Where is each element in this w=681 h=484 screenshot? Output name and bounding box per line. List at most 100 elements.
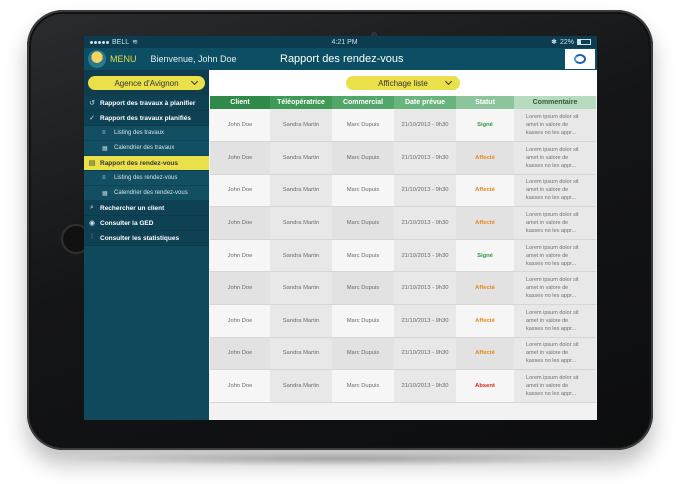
- carrier-label: BELL: [112, 38, 130, 46]
- status-bar: BELL ≋ 4:21 PM ✱ 22%: [84, 36, 597, 48]
- cell-date: 21/10/2013 - 9h30: [394, 206, 456, 240]
- view-mode-dropdown[interactable]: Affichage liste: [346, 76, 460, 90]
- comment-line: amet in valore de: [526, 154, 569, 161]
- view-mode-label: Affichage liste: [378, 78, 428, 88]
- table-row[interactable]: John Doe Sandra Martin Marc Dupuis 21/10/20…: [210, 304, 596, 338]
- comment-line: amet in valore de: [526, 350, 569, 357]
- table-row[interactable]: John Doe Sandra Martin Marc Dupuis 21/10/20…: [210, 271, 596, 306]
- cell-comment: Lorem ipsum dolor sit amet in valore de ka…: [514, 206, 596, 240]
- comment-line: Lorem ipsum dolor sit: [526, 244, 579, 251]
- comment-line: Lorem ipsum dolor sit: [526, 179, 579, 186]
- chevron-down-icon: [444, 77, 453, 86]
- comment-line: amet in valore de: [526, 187, 569, 194]
- column-header[interactable]: Téléopératrice: [270, 96, 332, 109]
- sidebar-item-label: Rapport des travaux à planifier: [100, 99, 196, 107]
- toolbar: Affichage liste: [209, 70, 597, 96]
- cell-client: John Doe: [210, 206, 270, 240]
- sidebar-item-label: Rapport des rendez-vous: [100, 159, 179, 167]
- table-header: Client Téléopératrice Commercial Date prévu…: [210, 96, 596, 109]
- cell-date: 21/10/2013 - 9h30: [394, 337, 456, 371]
- welcome-text: Bienvenue, John Doe: [150, 54, 237, 64]
- list-icon: ≡: [102, 175, 106, 181]
- comment-line: amet in valore de: [526, 220, 569, 227]
- sliders-icon: ⫶: [91, 234, 93, 241]
- cell-sales: Marc Dupuis: [332, 206, 394, 240]
- app-screen: BELL ≋ 4:21 PM ✱ 22% MENU Bienvenue, Joh…: [84, 36, 597, 420]
- table-row[interactable]: John Doe Sandra Martin Marc Dupuis 21/10/20…: [210, 239, 596, 273]
- battery-percent: 22%: [559, 38, 574, 46]
- sidebar-item-5[interactable]: ≡ Listing des rendez-vous: [84, 171, 209, 186]
- cell-comment: Lorem ipsum dolor sit amet in valore de ka…: [514, 239, 596, 273]
- column-header[interactable]: Client: [210, 96, 270, 109]
- cell-operator: Sandra Martin: [270, 369, 332, 403]
- sidebar-item-label: Listing des rendez-vous: [114, 175, 178, 181]
- sidebar-item-2[interactable]: ≡ Listing des travaux: [84, 126, 209, 141]
- cell-sales: Marc Dupuis: [332, 304, 394, 338]
- sidebar-item-8[interactable]: ◉ Consulter la GED: [84, 216, 209, 231]
- chevron-down-icon: [190, 77, 199, 86]
- table-row[interactable]: John Doe Sandra Martin Marc Dupuis 21/10/20…: [210, 174, 596, 208]
- clock: 4:21 PM: [331, 38, 358, 46]
- comment-line: kasses no les appr...: [526, 260, 577, 267]
- cell-client: John Doe: [210, 174, 270, 208]
- cell-client: John Doe: [210, 109, 270, 143]
- signal-icon: [90, 40, 109, 44]
- column-header[interactable]: Statut: [456, 96, 514, 109]
- sidebar-item-6[interactable]: ▦ Calendrier des rendez-vous: [84, 186, 209, 201]
- column-header[interactable]: Date prévue: [394, 96, 456, 109]
- comment-line: kasses no les appr...: [526, 162, 577, 169]
- comment-line: Lorem ipsum dolor sit: [526, 342, 579, 349]
- table-row[interactable]: John Doe Sandra Martin Marc Dupuis 21/10/20…: [210, 141, 596, 175]
- comment-line: kasses no les appr...: [526, 130, 577, 137]
- brand-logo-icon: [574, 54, 586, 64]
- sidebar-item-label: Consulter les statistiques: [100, 234, 180, 242]
- table-row[interactable]: John Doe Sandra Martin Marc Dupuis 21/10/20…: [210, 369, 596, 403]
- checkmark-icon: ✓: [89, 115, 95, 122]
- cell-operator: Sandra Martin: [270, 206, 332, 240]
- cell-comment: Lorem ipsum dolor sit amet in valore de ka…: [514, 337, 596, 371]
- sidebar-item-1[interactable]: ✓ Rapport des travaux planifiés: [84, 111, 209, 126]
- column-header[interactable]: Commercial: [332, 96, 394, 109]
- app-logo-icon[interactable]: [88, 50, 106, 68]
- cell-comment: Lorem ipsum dolor sit amet in valore de ka…: [514, 304, 596, 338]
- cell-status: Affecté: [456, 304, 514, 338]
- cell-date: 21/10/2013 - 9h30: [394, 304, 456, 338]
- sidebar-item-0[interactable]: ↺ Rapport des travaux à planifier: [84, 96, 209, 111]
- calendar-icon: ▤: [88, 160, 96, 167]
- cell-status: Absent: [456, 369, 514, 403]
- sidebar-item-label: Rechercher un client: [100, 204, 165, 212]
- sidebar-item-4[interactable]: ▤ Rapport des rendez-vous: [84, 156, 209, 171]
- cell-operator: Sandra Martin: [270, 174, 332, 208]
- cell-status: Affecté: [456, 141, 514, 175]
- column-header[interactable]: Commentaire: [514, 96, 596, 109]
- wifi-icon: ≋: [132, 39, 138, 46]
- cell-comment: Lorem ipsum dolor sit amet in valore de ka…: [514, 271, 596, 306]
- sidebar-item-3[interactable]: ▦ Calendrier des travaux: [84, 141, 209, 156]
- battery-icon: [577, 39, 591, 45]
- agency-dropdown[interactable]: Agence d'Avignon: [88, 76, 205, 90]
- cell-sales: Marc Dupuis: [332, 239, 394, 273]
- device-shadow: [60, 452, 620, 466]
- sidebar-item-7[interactable]: ⌕ Rechercher un client: [84, 201, 209, 216]
- sidebar-item-label: Listing des travaux: [114, 130, 165, 136]
- sidebar-item-9[interactable]: ⫶ Consulter les statistiques: [84, 231, 209, 246]
- comment-line: kasses no les appr...: [526, 293, 577, 300]
- comment-line: amet in valore de: [526, 317, 569, 324]
- comment-line: Lorem ipsum dolor sit: [526, 309, 579, 316]
- cell-sales: Marc Dupuis: [332, 337, 394, 371]
- cell-status: Affecté: [456, 337, 514, 371]
- cell-operator: Sandra Martin: [270, 337, 332, 371]
- cell-client: John Doe: [210, 239, 270, 273]
- table-row[interactable]: John Doe Sandra Martin Marc Dupuis 21/10/20…: [210, 206, 596, 240]
- calendar-grid-icon: ▦: [102, 145, 108, 152]
- comment-line: Lorem ipsum dolor sit: [526, 277, 579, 284]
- cell-date: 21/10/2013 - 9h30: [394, 271, 456, 306]
- comment-line: amet in valore de: [526, 285, 569, 292]
- cell-comment: Lorem ipsum dolor sit amet in valore de ka…: [514, 174, 596, 208]
- sidebar: Agence d'Avignon ↺ Rapport des travaux à …: [84, 70, 209, 420]
- cell-client: John Doe: [210, 271, 270, 306]
- table-row[interactable]: John Doe Sandra Martin Marc Dupuis 21/10/20…: [210, 109, 596, 143]
- cell-client: John Doe: [210, 304, 270, 338]
- table-row[interactable]: John Doe Sandra Martin Marc Dupuis 21/10/20…: [210, 337, 596, 371]
- menu-button[interactable]: MENU: [110, 54, 137, 64]
